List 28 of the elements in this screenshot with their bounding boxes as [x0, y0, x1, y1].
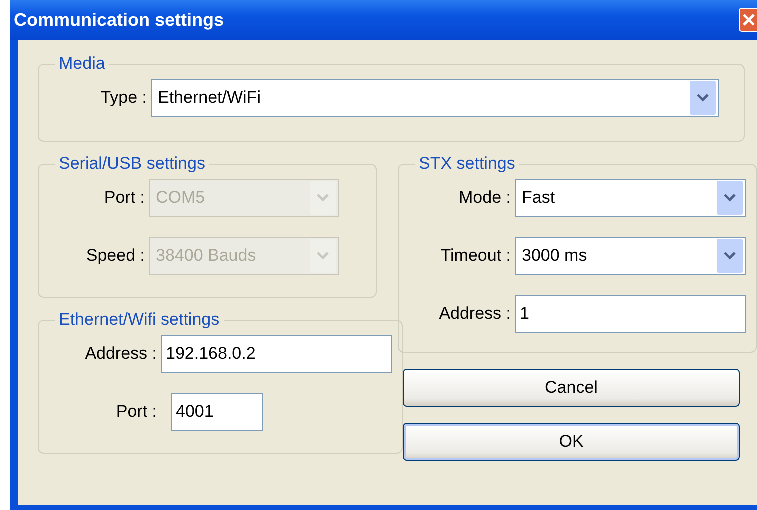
- group-title: Ethernet/Wifi settings: [58, 310, 221, 330]
- dropdown[interactable]: 3000 ms: [515, 237, 746, 275]
- group-title: Serial/USB settings: [58, 154, 206, 174]
- field-label: Speed :: [85, 246, 145, 266]
- chevron-down-icon: [690, 81, 716, 115]
- text-field[interactable]: 192.168.0.2: [161, 335, 392, 373]
- chevron-down-icon: [717, 181, 743, 215]
- field-label: Port :: [103, 188, 145, 208]
- field-label: Mode :: [458, 188, 511, 208]
- field-label: Address :: [438, 304, 511, 324]
- dropdown[interactable]: Fast: [515, 179, 746, 217]
- group-title: STX settings: [418, 154, 516, 174]
- close-icon: [742, 13, 756, 27]
- field-label: Timeout :: [440, 246, 511, 266]
- chevron-down-icon: [310, 239, 336, 273]
- window-title: Communication settings: [14, 10, 224, 30]
- chevron-down-icon: [310, 181, 336, 215]
- field-label: Port :: [115, 402, 157, 422]
- field-label: Type :: [100, 88, 147, 108]
- group-title: Media: [58, 54, 106, 74]
- text-field[interactable]: 4001: [171, 393, 263, 431]
- dialog-button[interactable]: OK: [403, 423, 740, 461]
- dialog-button[interactable]: Cancel: [403, 369, 740, 407]
- close-button[interactable]: [739, 8, 757, 32]
- dropdown[interactable]: Ethernet/WiFi: [151, 79, 719, 117]
- chevron-down-icon: [717, 239, 743, 273]
- field-label: Address :: [84, 344, 157, 364]
- text-field[interactable]: 1: [515, 295, 746, 333]
